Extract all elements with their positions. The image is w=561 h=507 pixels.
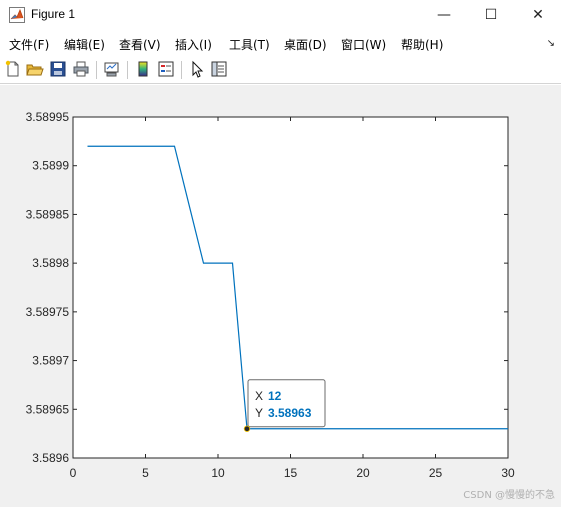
data-point [85,143,91,149]
property-inspector-icon[interactable] [210,60,228,78]
toolbar [0,56,561,84]
data-point [114,143,120,149]
y-tick-label: 3.5898 [32,256,69,270]
y-tick-label: 3.58985 [26,207,70,221]
menu-view[interactable]: 查看(V) [119,36,161,53]
y-tick-label: 3.58965 [26,402,70,416]
data-point [433,426,439,432]
menu-desktop[interactable]: 桌面(D) [284,36,327,53]
save-icon[interactable] [49,60,67,78]
open-file-icon[interactable] [26,60,44,78]
data-point [404,426,410,432]
x-tick-label: 25 [429,466,443,480]
link-plot-icon[interactable] [103,60,121,78]
toolbar-separator [181,61,182,79]
data-point [360,426,366,432]
data-point [143,143,149,149]
edit-plot-icon[interactable] [188,60,206,78]
minimize-button[interactable]: — [421,0,467,30]
figure-canvas: 3.5896 3.58965 3.5897 3.58975 3.5898 3.58985 3… [0,85,561,507]
window-title: Figure 1 [31,7,76,21]
data-point [462,426,468,432]
data-point [157,143,163,149]
data-point [186,202,192,208]
menu-window[interactable]: 窗口(W) [341,36,386,53]
menu-edit[interactable]: 编辑(E) [64,36,105,53]
data-point [389,426,395,432]
toolbar-separator [96,61,97,79]
watermark: CSDN @慢慢的不急 [463,490,555,501]
close-button[interactable]: ✕ [515,0,561,30]
maximize-button[interactable]: ☐ [468,0,514,30]
datatip-marker[interactable] [243,425,251,432]
x-tick-label: 0 [70,466,77,480]
dock-arrow-icon[interactable]: ↘ [547,38,555,49]
y-tick-label: 3.5896 [32,451,69,465]
data-point [99,143,105,149]
y-tick-label: 3.58995 [26,110,70,124]
data-point [476,426,482,432]
data-point [230,260,236,266]
data-point [172,143,178,149]
datatip-x-value: 12 [268,389,282,403]
y-tick-label: 3.5899 [32,159,69,173]
title-bar: Figure 1 — ☐ ✕ [0,0,561,30]
datatip-x-label: X [255,389,263,403]
x-tick-label: 5 [142,466,149,480]
data-point [447,426,453,432]
axes-plot[interactable]: 3.5896 3.58965 3.5897 3.58975 3.5898 3.58985 3… [0,85,561,507]
data-point [128,143,134,149]
x-tick-label: 20 [356,466,370,480]
y-tick-label: 3.58975 [26,305,70,319]
menu-tools[interactable]: 工具(T) [229,36,270,53]
legend-icon[interactable] [157,60,175,78]
new-figure-icon[interactable] [4,60,22,78]
data-point [375,426,381,432]
x-tick-label: 30 [501,466,515,480]
matlab-logo-icon [9,7,25,23]
data-point [331,426,337,432]
toolbar-separator [127,61,128,79]
menu-insert[interactable]: 插入(I) [175,36,212,53]
data-point [505,426,511,432]
data-point [201,260,207,266]
menu-bar: 文件(F) 编辑(E) 查看(V) 插入(I) 工具(T) 桌面(D) 窗口(W… [0,30,561,56]
datatip-y-value: 3.58963 [268,406,312,420]
menu-file[interactable]: 文件(F) [9,36,49,53]
print-icon[interactable] [72,60,90,78]
x-tick-label: 10 [211,466,225,480]
colorbar-icon[interactable] [134,60,152,78]
x-tick-label: 15 [284,466,298,480]
y-tick-label: 3.5897 [32,354,69,368]
menu-help[interactable]: 帮助(H) [401,36,443,53]
data-point [346,426,352,432]
data-point [418,426,424,432]
datatip-y-label: Y [255,406,263,420]
data-point [491,426,497,432]
data-point [215,260,221,266]
